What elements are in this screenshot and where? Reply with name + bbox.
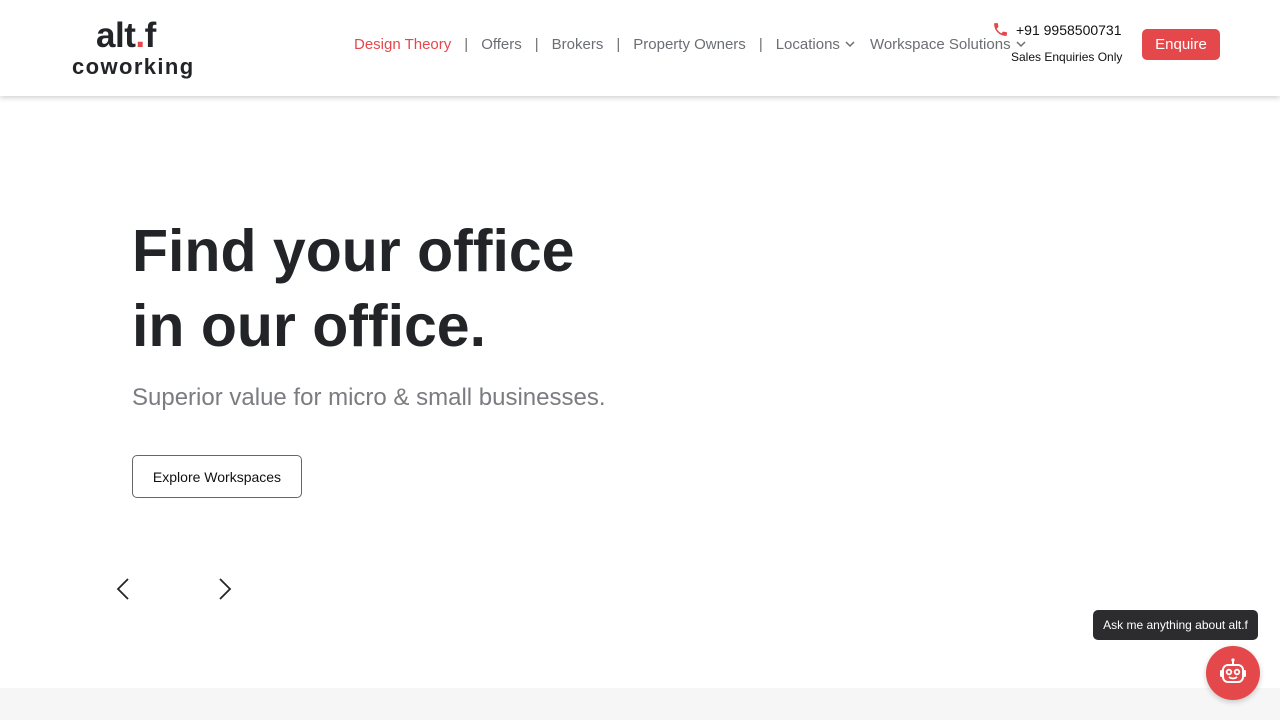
- nav-workspace-solutions-dropdown[interactable]: Workspace Solutions: [870, 36, 1027, 53]
- hero-title-line-2: in our office.: [132, 293, 486, 359]
- carousel-prev-button[interactable]: [111, 576, 137, 602]
- phone-note: Sales Enquiries Only: [1011, 50, 1123, 64]
- chat-bot-button[interactable]: [1206, 646, 1260, 700]
- nav-design-theory[interactable]: Design Theory: [354, 36, 451, 53]
- nav-locations-dropdown[interactable]: Locations: [776, 36, 856, 53]
- nav-separator: |: [534, 35, 539, 53]
- explore-workspaces-button[interactable]: Explore Workspaces: [132, 455, 302, 498]
- hero-title-line-1: Find your office: [132, 218, 575, 284]
- logo-wordmark: alt.f: [96, 16, 156, 55]
- nav-workspace-solutions-label: Workspace Solutions: [869, 35, 1011, 53]
- phone-icon: [994, 23, 1007, 36]
- nav-offers[interactable]: Offers: [481, 36, 522, 53]
- main-nav: Design Theory | Offers | Brokers | Prope…: [354, 34, 1027, 54]
- hero-subtitle: Superior value for micro & small busines…: [132, 384, 606, 411]
- nav-property-owners[interactable]: Property Owners: [633, 36, 746, 53]
- nav-separator: |: [616, 35, 621, 53]
- nav-separator: |: [758, 35, 763, 53]
- logo-subtitle: coworking: [72, 54, 195, 79]
- site-header: alt.f coworking Design Theory | Offers |…: [0, 0, 1280, 96]
- altf-logo[interactable]: alt.f coworking: [72, 16, 202, 80]
- enquire-button[interactable]: Enquire: [1142, 29, 1220, 60]
- nav-separator: |: [464, 35, 469, 53]
- phone-link[interactable]: +91 9958500731: [992, 21, 1122, 38]
- chevron-left-icon: [116, 578, 129, 600]
- next-section-band: [0, 688, 1280, 720]
- chat-tooltip: Ask me anything about alt.f: [1093, 610, 1258, 640]
- phone-number: +91 9958500731: [1016, 21, 1122, 38]
- hero-title: Find your office in our office.: [132, 214, 575, 364]
- nav-brokers[interactable]: Brokers: [552, 36, 604, 53]
- chevron-down-icon: [1016, 41, 1026, 48]
- robot-icon: [1220, 658, 1246, 683]
- nav-locations-label: Locations: [775, 35, 840, 53]
- chevron-right-icon: [219, 578, 232, 600]
- carousel-next-button[interactable]: [211, 576, 237, 602]
- chevron-down-icon: [845, 41, 855, 48]
